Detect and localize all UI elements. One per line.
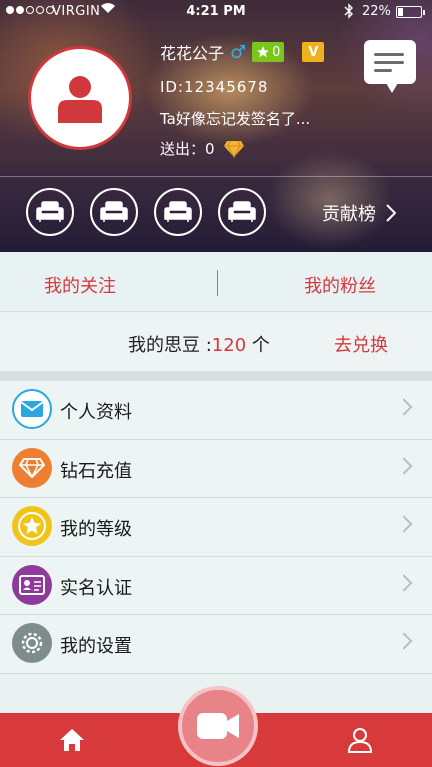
menu-label: 个人资料 — [60, 402, 132, 423]
diamond-icon — [223, 140, 244, 158]
record-button[interactable] — [178, 686, 258, 766]
follow-row: 我的关注 我的粉丝 — [0, 252, 432, 312]
star-count: 0 — [272, 44, 281, 60]
video-camera-icon — [197, 713, 239, 739]
menu-label: 实名认证 — [60, 577, 132, 599]
home-icon — [60, 729, 84, 751]
beans-balance: 我的思豆 :120 个 — [128, 331, 270, 357]
diamond-icon — [12, 447, 52, 488]
star-icon — [257, 46, 269, 58]
sofa-icon — [228, 201, 256, 222]
signature: Ta好像忘记发签名了... — [160, 110, 311, 128]
seat-1[interactable] — [26, 188, 74, 236]
follow-divider — [217, 270, 218, 296]
id-card-icon — [12, 564, 52, 605]
sent-label: 送出：0 — [160, 140, 215, 158]
exchange-button[interactable]: 去兑换 — [334, 331, 388, 357]
beans-row: 我的思豆 :120 个 去兑换 — [0, 313, 432, 371]
sofa-icon — [36, 201, 64, 222]
menu-item-settings[interactable]: 我的设置 — [0, 615, 432, 674]
star-icon — [12, 506, 52, 546]
beans-label: 我的思豆 : — [128, 335, 212, 356]
menu-item-profile[interactable]: 个人资料 — [0, 381, 432, 440]
user-id: ID:12345678 — [160, 78, 269, 96]
seat-4[interactable] — [218, 188, 266, 236]
menu-label: 钻石充值 — [60, 460, 132, 482]
my-fans-button[interactable]: 我的粉丝 — [304, 272, 376, 298]
chevron-right-icon — [395, 457, 413, 474]
settings-menu: 个人资料 钻石充值 我的等级 实名认证 我的设置 — [0, 381, 432, 674]
person-icon — [347, 728, 373, 753]
beans-amount: 120 — [211, 335, 247, 356]
chevron-right-icon — [395, 515, 413, 533]
menu-item-verification[interactable]: 实名认证 — [0, 556, 432, 615]
tab-home[interactable] — [58, 727, 86, 757]
chevron-right-icon — [395, 574, 413, 591]
contribution-rank-link[interactable]: 贡献榜 — [322, 200, 396, 226]
v-badge: V — [302, 42, 325, 62]
seat-3[interactable] — [154, 188, 202, 236]
chevron-right-icon — [386, 204, 396, 222]
battery-icon — [396, 6, 425, 18]
nickname: 花花公子 — [160, 44, 225, 63]
battery-percent: 22% — [362, 4, 391, 19]
gear-icon — [12, 623, 52, 663]
tab-me[interactable] — [346, 727, 374, 757]
chevron-right-icon — [395, 632, 413, 650]
name-row: 花花公子 ♂ 0 V — [160, 40, 325, 64]
menu-item-diamond-recharge[interactable]: 钻石充值 — [0, 439, 432, 498]
rank-label: 贡献榜 — [322, 204, 376, 225]
profile-header: VIRGIN 4:21 PM 22% 花花公子 ♂ 0 V ID:1234567… — [0, 0, 432, 252]
avatar[interactable] — [28, 46, 132, 150]
message-button[interactable] — [364, 40, 416, 93]
divider — [0, 176, 432, 177]
envelope-icon — [12, 389, 52, 429]
menu-item-level[interactable]: 我的等级 — [0, 498, 432, 557]
menu-label: 我的等级 — [60, 519, 132, 540]
sofa-icon — [100, 201, 128, 222]
sent-count: 送出：0 — [160, 138, 245, 159]
chevron-right-icon — [395, 398, 413, 416]
my-following-button[interactable]: 我的关注 — [44, 272, 116, 298]
bluetooth-icon — [344, 3, 354, 23]
menu-label: 我的设置 — [60, 636, 132, 657]
section-gap — [0, 371, 432, 381]
male-icon: ♂ — [230, 41, 247, 63]
user-icon — [58, 76, 102, 123]
status-bar: VIRGIN 4:21 PM 22% — [0, 0, 432, 24]
sofa-icon — [164, 201, 192, 222]
beans-unit: 个 — [246, 335, 270, 356]
seat-2[interactable] — [90, 188, 138, 236]
star-badge: 0 — [252, 42, 285, 62]
